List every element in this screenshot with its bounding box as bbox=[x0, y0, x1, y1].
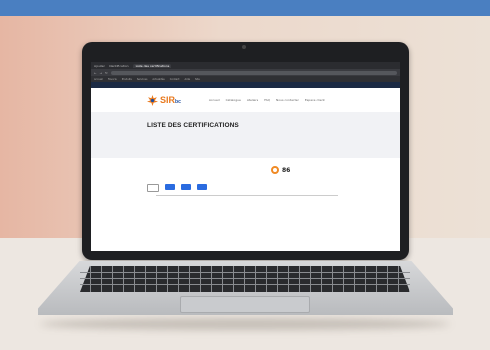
trackpad bbox=[180, 296, 310, 313]
forward-icon[interactable]: → bbox=[100, 71, 103, 75]
reload-icon[interactable]: ↻ bbox=[105, 71, 108, 75]
keyboard bbox=[80, 266, 410, 292]
table-cell bbox=[266, 196, 288, 200]
nav-item[interactable]: Catalogue bbox=[226, 98, 241, 102]
bookmark-item[interactable]: Favoris bbox=[108, 78, 117, 81]
score-ring-icon bbox=[271, 166, 279, 174]
table-cell-link[interactable] bbox=[156, 196, 208, 200]
site-logo[interactable]: SIRbc bbox=[147, 94, 181, 106]
nav-item[interactable]: Accueil bbox=[209, 98, 220, 102]
laptop-lid: Ajouter Identification Liste des certifi… bbox=[82, 42, 409, 260]
nav-item[interactable]: FAQ bbox=[264, 98, 270, 102]
table-cell bbox=[288, 196, 302, 200]
browser-tab[interactable]: Ajouter bbox=[94, 64, 105, 68]
bookmark-item[interactable]: Site bbox=[195, 78, 200, 81]
site-navigation: SIRbc Accueil Catalogue Ateliers FAQ Nou… bbox=[91, 88, 400, 112]
action-button[interactable] bbox=[165, 184, 175, 190]
logo-text: SIRbc bbox=[160, 95, 181, 105]
table-cell bbox=[208, 196, 248, 200]
table-overlay bbox=[156, 191, 338, 200]
nav-item[interactable]: Espace client bbox=[305, 98, 325, 102]
bookmark-item[interactable]: Services bbox=[137, 78, 148, 81]
page-title: LISTE DES CERTIFICATIONS bbox=[147, 122, 239, 129]
top-color-band bbox=[0, 0, 490, 16]
table-cell bbox=[302, 196, 338, 200]
browser-tab-active[interactable]: Liste des certifications bbox=[132, 63, 171, 68]
score-block: 86 bbox=[271, 166, 290, 174]
bookmark-item[interactable]: Contact bbox=[170, 78, 180, 81]
laptop-shadow bbox=[40, 318, 450, 330]
bookmark-item[interactable]: Actualités bbox=[152, 78, 164, 81]
address-bar[interactable] bbox=[110, 70, 397, 75]
nav-item[interactable]: Ateliers bbox=[247, 98, 258, 102]
webcam bbox=[242, 45, 246, 49]
page-header: LISTE DES CERTIFICATIONS bbox=[91, 112, 400, 158]
nav-item[interactable]: Nous contacter bbox=[276, 98, 299, 102]
browser-toolbar: ← → ↻ bbox=[91, 69, 400, 76]
bookmark-item[interactable]: Produits bbox=[122, 78, 132, 81]
main-menu: Accueil Catalogue Ateliers FAQ Nous cont… bbox=[209, 98, 325, 102]
table-cell bbox=[248, 196, 266, 200]
maple-leaf-icon bbox=[147, 94, 158, 106]
key-row-divider bbox=[80, 272, 410, 273]
action-button[interactable] bbox=[197, 184, 207, 190]
action-button[interactable] bbox=[181, 184, 191, 190]
key-row-divider bbox=[80, 284, 410, 285]
table-row[interactable] bbox=[156, 196, 338, 200]
laptop-screen: Ajouter Identification Liste des certifi… bbox=[91, 62, 400, 251]
browser-tab-strip: Ajouter Identification Liste des certifi… bbox=[91, 62, 400, 69]
key-row-divider bbox=[80, 278, 410, 279]
score-value: 86 bbox=[282, 166, 291, 174]
bookmark-item[interactable]: Aide bbox=[184, 78, 190, 81]
browser-tab[interactable]: Identification bbox=[109, 64, 129, 68]
bookmark-item[interactable]: Accueil bbox=[94, 78, 103, 81]
back-icon[interactable]: ← bbox=[94, 71, 97, 75]
